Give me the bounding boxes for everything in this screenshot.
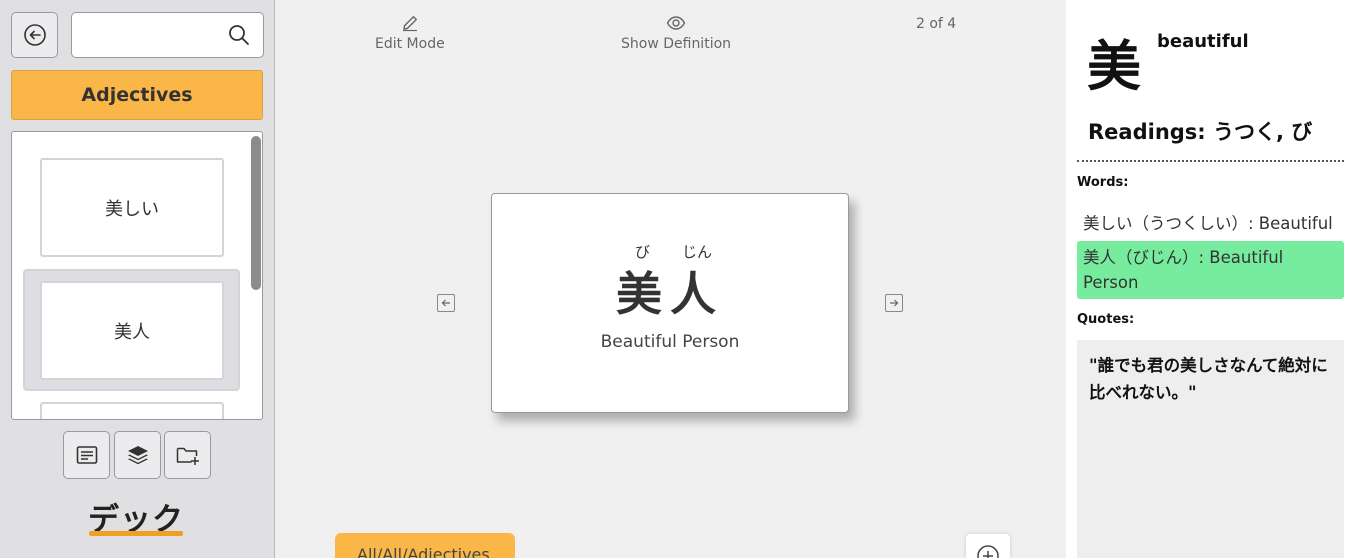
card-list-item-partial[interactable] xyxy=(40,402,224,419)
eye-icon xyxy=(666,16,686,30)
layers-icon xyxy=(127,446,148,465)
card-text-icon xyxy=(76,446,97,464)
new-folder-button[interactable] xyxy=(164,431,211,479)
edit-mode-label: Edit Mode xyxy=(375,36,445,52)
divider xyxy=(1077,160,1344,162)
deck-view-button[interactable] xyxy=(114,431,161,479)
next-card-button[interactable] xyxy=(885,294,903,312)
kanji-readings: Readings: うつく, び xyxy=(1088,120,1313,144)
show-definition-label: Show Definition xyxy=(621,36,732,52)
sidebar: Adjectives 美しい 美人 デック xyxy=(0,0,275,558)
search-box xyxy=(71,12,264,58)
quote-box: "誰でも君の美しさなんて絶対に比べれない。" xyxy=(1077,340,1344,558)
word-entry-highlighted[interactable]: 美人（びじん）: Beautiful Person xyxy=(1077,241,1344,299)
deck-label-underline xyxy=(89,531,183,536)
quotes-heading: Quotes: xyxy=(1077,312,1135,327)
card-list-item[interactable]: 美しい xyxy=(40,158,224,257)
kanji-meaning: beautiful xyxy=(1157,31,1249,52)
back-button[interactable] xyxy=(11,12,58,58)
prev-card-button[interactable] xyxy=(437,294,455,312)
quote-text: "誰でも君の美しさなんて絶対に比べれない。" xyxy=(1089,356,1328,402)
app-window: Adjectives 美しい 美人 デック Edit Mode Show Def… xyxy=(0,0,1355,558)
words-heading: Words: xyxy=(1077,175,1129,190)
pencil-icon xyxy=(402,16,417,32)
main-area: Edit Mode Show Definition 2 of 4 び じん 美人… xyxy=(276,0,1066,558)
card-list: 美しい 美人 xyxy=(11,131,263,420)
search-icon[interactable] xyxy=(227,23,251,47)
deck-path-tab[interactable]: All/All/Adjectives xyxy=(335,533,515,558)
add-card-button[interactable] xyxy=(966,534,1010,558)
show-definition-button[interactable]: Show Definition xyxy=(621,14,731,52)
plus-circle-icon xyxy=(977,545,999,558)
edit-mode-button[interactable]: Edit Mode xyxy=(375,14,445,52)
flashcard-word: 美人 xyxy=(616,267,724,321)
deck-title-button[interactable]: Adjectives xyxy=(11,70,263,120)
card-list-scrollbar[interactable] xyxy=(251,136,261,290)
kanji-character: 美 xyxy=(1087,35,1141,98)
card-view-button[interactable] xyxy=(63,431,110,479)
arrow-right-icon xyxy=(890,299,899,307)
folder-add-icon xyxy=(176,447,199,465)
flashcard[interactable]: び じん 美人 Beautiful Person xyxy=(491,193,849,413)
back-arrow-icon xyxy=(23,24,46,46)
card-list-item-selected[interactable]: 美人 xyxy=(40,281,224,380)
card-counter: 2 of 4 xyxy=(916,16,957,32)
flashcard-meaning: Beautiful Person xyxy=(600,332,740,352)
kanji-detail-panel: 美 beautiful Readings: うつく, び Words: 美しい（… xyxy=(1066,0,1355,558)
word-entry[interactable]: 美しい（うつくしい）: Beautiful xyxy=(1077,207,1344,240)
search-input[interactable] xyxy=(72,13,212,57)
arrow-left-icon xyxy=(441,299,450,307)
